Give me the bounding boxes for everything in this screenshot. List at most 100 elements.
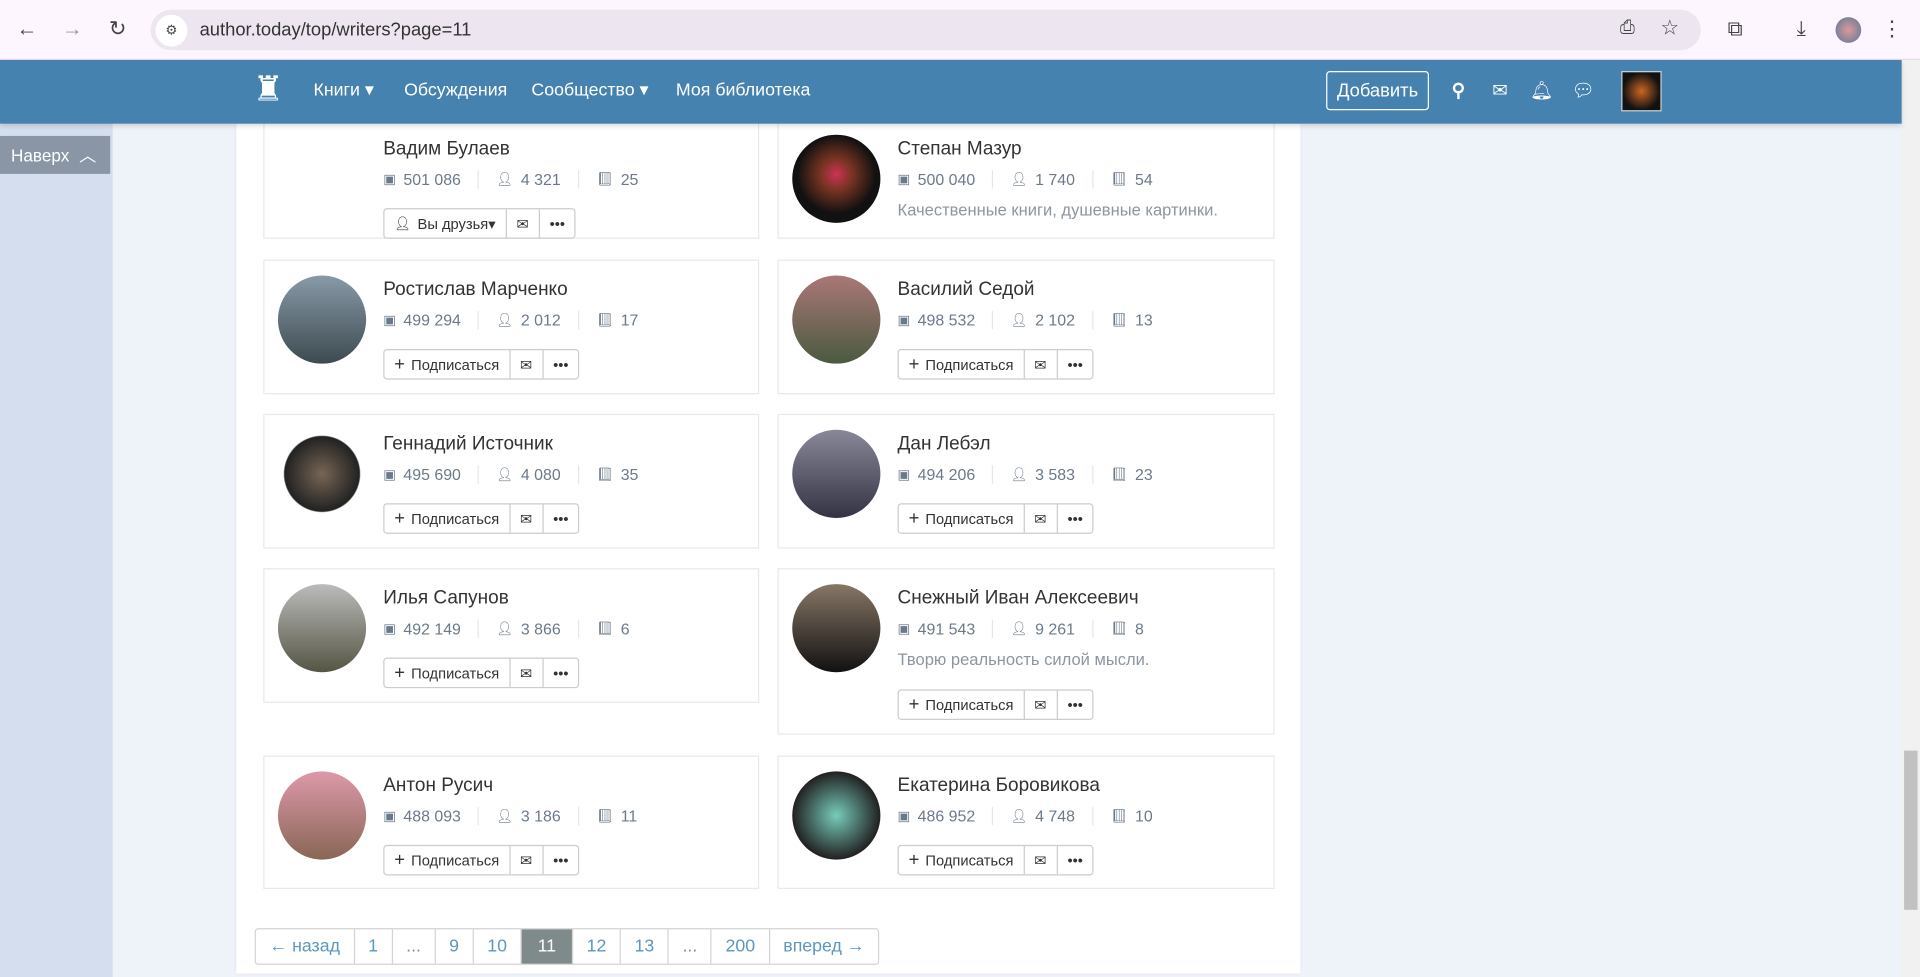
subscribe-button[interactable]: + Подписаться <box>899 690 1025 719</box>
pagination-page[interactable]: 9 <box>436 929 474 964</box>
more-button[interactable]: ••• <box>543 659 578 687</box>
writer-avatar[interactable] <box>792 429 881 518</box>
books-count: 17 <box>620 311 639 330</box>
pagination-ellipsis: ... <box>669 929 712 964</box>
writer-actions: + Подписаться ✉ ••• <box>383 348 580 380</box>
back-icon[interactable]: ← <box>10 12 44 46</box>
add-button[interactable]: Добавить <box>1326 71 1429 111</box>
action-label: Подписаться <box>411 510 500 528</box>
writer-stats: ▣ 494 206 👤︎ 3 583 📕︎ 23 <box>898 465 1187 484</box>
writer-name[interactable]: Геннадий Источник <box>383 433 553 455</box>
more-button[interactable]: ••• <box>540 209 575 237</box>
writer-name[interactable]: Ростислав Марченко <box>383 279 567 301</box>
site-settings-icon[interactable]: ⚙ <box>155 14 188 46</box>
views-count: 491 543 <box>917 619 976 638</box>
more-button[interactable]: ••• <box>1058 350 1093 378</box>
message-button[interactable]: ✉ <box>510 846 544 875</box>
envelope-icon: ✉ <box>520 510 533 528</box>
pagination-page[interactable]: 1 <box>355 929 393 964</box>
nav-books[interactable]: Книги ▾ <box>313 81 373 101</box>
message-button[interactable]: ✉ <box>1025 846 1058 875</box>
pagination-page[interactable]: 200 <box>712 929 770 964</box>
more-button[interactable]: ••• <box>543 350 578 378</box>
followers-count: 3 583 <box>1035 465 1076 484</box>
message-button[interactable]: ✉ <box>1025 504 1058 533</box>
user-avatar[interactable] <box>1621 71 1662 112</box>
message-button[interactable]: ✉ <box>507 209 540 238</box>
download-icon[interactable]: ⤓ <box>1784 12 1818 46</box>
profile-avatar[interactable] <box>1835 17 1862 43</box>
views-icon: ▣ <box>897 809 911 825</box>
envelope-icon: ✉ <box>520 664 533 682</box>
pagination-next[interactable]: вперед → <box>770 929 878 963</box>
writer-name[interactable]: Екатерина Боровикова <box>898 775 1100 797</box>
message-button[interactable]: ✉ <box>1025 350 1058 379</box>
more-button[interactable]: ••• <box>543 846 578 874</box>
subscribe-button[interactable]: + Подписаться <box>384 658 511 687</box>
envelope-icon: ✉ <box>520 851 533 869</box>
followers-count: 3 866 <box>520 619 561 638</box>
pagination-page[interactable]: 10 <box>474 929 522 964</box>
bell-icon[interactable]: 🔔︎ <box>1529 80 1553 102</box>
writer-avatar[interactable] <box>792 584 881 673</box>
writer-name[interactable]: Снежный Иван Алексеевич <box>898 588 1139 610</box>
writer-avatar[interactable] <box>792 275 881 364</box>
writer-avatar[interactable] <box>792 134 881 223</box>
more-icon: ••• <box>1067 696 1083 714</box>
writer-name[interactable]: Вадим Булаев <box>383 138 510 160</box>
install-app-icon[interactable]: ⎙ <box>1620 17 1635 38</box>
bookmark-star-icon[interactable]: ☆ <box>1660 16 1679 40</box>
menu-icon[interactable]: ⋮ <box>1875 12 1909 46</box>
friends-dropdown[interactable]: 👤︎ Вы друзья ▾ <box>384 209 507 238</box>
subscribe-button[interactable]: + Подписаться <box>899 846 1025 875</box>
pagination-page[interactable]: 11 <box>521 929 574 964</box>
more-button[interactable]: ••• <box>1058 504 1093 532</box>
message-button[interactable]: ✉ <box>510 504 544 533</box>
writer-avatar[interactable] <box>277 584 367 673</box>
site-logo[interactable]: ♜ <box>245 69 292 116</box>
more-icon: ••• <box>1067 355 1083 373</box>
message-button[interactable]: ✉ <box>510 658 544 687</box>
back-to-top-button[interactable]: Наверх ︿ <box>0 135 111 174</box>
nav-community[interactable]: Сообщество ▾ <box>531 81 648 101</box>
mail-icon[interactable]: ✉ <box>1488 80 1512 102</box>
pagination: ← назад 1... 9 10 11 12 13... 200 вперед → <box>254 928 880 965</box>
writer-avatar[interactable] <box>277 429 367 518</box>
writer-avatar[interactable] <box>277 134 367 223</box>
message-button[interactable]: ✉ <box>1025 690 1058 719</box>
subscribe-button[interactable]: + Подписаться <box>899 504 1025 533</box>
chat-icon[interactable]: 💬︎ <box>1571 80 1595 102</box>
writer-avatar[interactable] <box>277 771 367 860</box>
books-icon: 📕︎ <box>596 172 614 188</box>
reload-icon[interactable]: ↻ <box>100 12 134 46</box>
views-count: 499 294 <box>403 311 461 330</box>
writer-name[interactable]: Дан Лебэл <box>898 433 991 455</box>
forward-icon[interactable]: → <box>55 12 89 46</box>
followers-count: 1 740 <box>1035 170 1076 189</box>
search-icon[interactable]: ⚲ <box>1446 80 1470 102</box>
pagination-ellipsis: ... <box>393 929 436 964</box>
message-button[interactable]: ✉ <box>510 350 544 379</box>
writer-name[interactable]: Василий Седой <box>898 279 1035 301</box>
subscribe-button[interactable]: + Подписаться <box>384 350 511 379</box>
pagination-page[interactable]: 13 <box>621 929 670 964</box>
subscribe-button[interactable]: + Подписаться <box>384 846 511 875</box>
pagination-prev[interactable]: ← назад <box>256 929 355 964</box>
writer-avatar[interactable] <box>277 275 367 364</box>
more-button[interactable]: ••• <box>1058 691 1093 719</box>
writer-avatar[interactable] <box>792 771 881 860</box>
nav-discussions[interactable]: Обсуждения <box>404 81 507 101</box>
subscribe-button[interactable]: + Подписаться <box>899 350 1025 379</box>
pagination-page[interactable]: 12 <box>573 929 622 964</box>
writer-actions: + Подписаться ✉ ••• <box>897 348 1094 380</box>
scrollbar-thumb[interactable] <box>1904 750 1918 910</box>
nav-library[interactable]: Моя библиотека <box>676 81 810 101</box>
more-button[interactable]: ••• <box>543 504 578 532</box>
subscribe-button[interactable]: + Подписаться <box>384 504 511 533</box>
writer-name[interactable]: Антон Русич <box>383 775 493 797</box>
extensions-icon[interactable]: ⧉ <box>1718 12 1752 46</box>
writer-name[interactable]: Степан Мазур <box>898 138 1022 160</box>
more-button[interactable]: ••• <box>1058 846 1093 874</box>
writer-name[interactable]: Илья Сапунов <box>383 588 509 610</box>
address-bar[interactable]: ⚙ author.today/top/writers?page=11 ⎙ ☆ <box>150 9 1701 51</box>
